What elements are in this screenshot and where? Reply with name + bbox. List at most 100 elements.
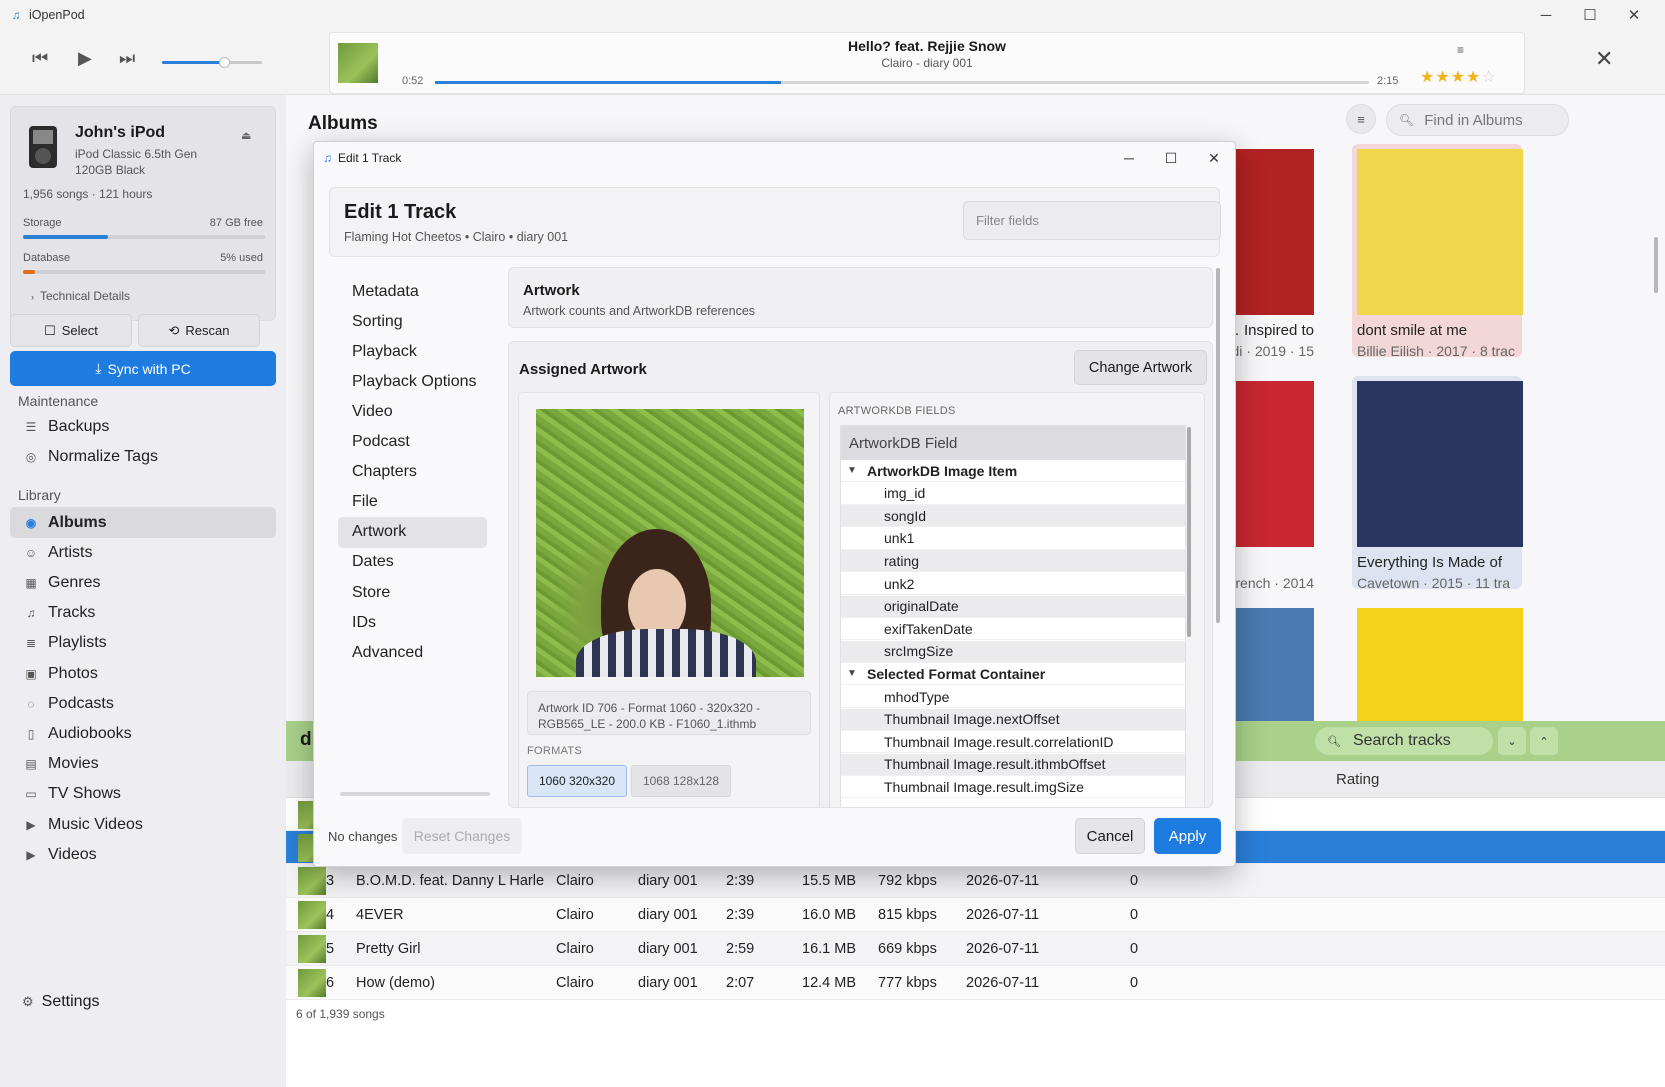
rescan-button[interactable]: ⟲ Rescan (138, 314, 260, 347)
sidebar-item-audiobooks[interactable]: ▯ Audiobooks (10, 718, 276, 749)
cell-album: diary 001 (638, 975, 698, 991)
album-card[interactable]: Everything Is Made of Cavetown · 2015 · 1… (1352, 376, 1523, 591)
sidebar-item-albums[interactable]: ◉ Albums (10, 507, 276, 538)
tree-field[interactable]: mhodType (841, 686, 1185, 708)
sidebar-item-podcasts[interactable]: ◌ Podcasts (10, 688, 276, 719)
eject-icon[interactable]: ⏏ (241, 129, 251, 142)
sidebar-item-normalize-tags[interactable]: ◎ Normalize Tags (10, 441, 276, 472)
dialog-nav-podcast[interactable]: Podcast (338, 427, 487, 458)
sidebar-item-movies[interactable]: ▤ Movies (10, 749, 276, 780)
tree-group[interactable]: ▼ ArtworkDB Image Item (841, 460, 1185, 482)
tree-field[interactable]: unk1 (841, 528, 1185, 550)
table-row[interactable]: 4 4EVER Clairo diary 001 2:39 16.0 MB 815 kbps… (286, 898, 1665, 932)
sidebar-item-photos[interactable]: ▣ Photos (10, 658, 276, 689)
chevron-up-icon[interactable]: ⌃ (1530, 727, 1558, 755)
tree-field[interactable]: Thumbnail Image.result.ithmbOffset (841, 753, 1185, 776)
tree-field[interactable]: songId (841, 505, 1185, 528)
star-rating[interactable]: ★★★★☆ (1420, 67, 1497, 87)
search-tracks-input[interactable]: 🔍︎ Search tracks (1315, 727, 1493, 755)
sync-button[interactable]: ⤓ Sync with PC (10, 351, 276, 386)
book-icon: ▯ (27, 726, 35, 741)
tree-label: exifTakenDate (884, 620, 973, 637)
format-button-1068[interactable]: 1068 128x128 (631, 765, 731, 797)
sidebar-item-videos[interactable]: ▶ Videos (10, 839, 276, 870)
dialog-nav-store[interactable]: Store (338, 577, 487, 608)
filter-fields-input[interactable]: Filter fields (963, 201, 1221, 240)
technical-details-toggle[interactable]: › Technical Details (31, 289, 130, 303)
select-button[interactable]: ☐ Select (10, 314, 132, 347)
tree-field[interactable]: Thumbnail Image.nextOffset (841, 708, 1185, 731)
maximize-icon[interactable]: ☐ (1149, 142, 1193, 174)
sidebar-item-tracks[interactable]: ♫ Tracks (10, 598, 276, 629)
play-icon[interactable]: ▶ (78, 48, 92, 69)
tree-field[interactable]: unk2 (841, 573, 1185, 595)
sidebar-item-artists[interactable]: ☺ Artists (10, 537, 276, 568)
sidebar-item-backups[interactable]: ☰ Backups (10, 411, 276, 442)
next-icon[interactable]: ⏭ (119, 48, 135, 69)
cancel-button[interactable]: Cancel (1075, 818, 1145, 854)
dialog-nav-playback[interactable]: Playback (338, 336, 487, 367)
column-rating[interactable]: Rating (1336, 771, 1379, 788)
tree-scrollbar[interactable] (1187, 427, 1191, 637)
filter-icon[interactable]: ≡ (1346, 104, 1376, 134)
dialog-scrollbar[interactable] (1216, 268, 1220, 623)
minimize-icon[interactable]: ─ (1524, 0, 1568, 30)
dialog-nav-playback-options[interactable]: Playback Options (338, 366, 487, 397)
dialog-nav-video[interactable]: Video (338, 396, 487, 427)
minimize-icon[interactable]: ─ (1107, 142, 1151, 174)
chevron-down-icon[interactable]: ▼ (847, 668, 867, 679)
dialog-nav-dates[interactable]: Dates (338, 547, 487, 578)
sidebar-item-genres[interactable]: ▦ Genres (10, 567, 276, 598)
album-card[interactable]: Trench · 2014 · (1224, 376, 1314, 591)
apply-button[interactable]: Apply (1154, 818, 1221, 854)
change-artwork-button[interactable]: Change Artwork (1074, 350, 1207, 385)
tree-field[interactable]: Thumbnail Image.result.correlationID (841, 731, 1185, 754)
previous-icon[interactable]: ⏮ (32, 48, 48, 69)
nav-scrollbar[interactable] (340, 792, 490, 796)
chevron-down-icon[interactable]: ▼ (847, 465, 867, 476)
tree-field[interactable]: srcImgSize (841, 640, 1185, 663)
tree-field[interactable]: rating (841, 550, 1185, 573)
queue-icon[interactable]: ≡ (1457, 43, 1464, 57)
album-cover[interactable] (1224, 608, 1314, 721)
tree-field[interactable]: exifTakenDate (841, 618, 1185, 641)
album-card[interactable]: dont smile at me Billie Eilish · 2017 · 8… (1352, 144, 1523, 359)
dialog-nav-artwork[interactable]: Artwork (338, 516, 487, 548)
close-icon[interactable]: ✕ (1192, 142, 1236, 174)
photo-icon: ▣ (25, 666, 37, 681)
table-row[interactable]: 5 Pretty Girl Clairo diary 001 2:59 16.1 MB 66… (286, 932, 1665, 966)
tree-field[interactable]: img_id (841, 483, 1185, 505)
maximize-icon[interactable]: ☐ (1568, 0, 1612, 30)
sidebar-item-music-videos[interactable]: ▶ Music Videos (10, 809, 276, 840)
dialog-nav-metadata[interactable]: Metadata (338, 276, 487, 307)
tree-field[interactable]: originalDate (841, 595, 1185, 618)
album-card[interactable]: Broken by Desire to be Heavenly Sent … I… (1224, 144, 1314, 359)
dialog-nav-file[interactable]: File (338, 487, 487, 518)
sidebar-item-label: Music Videos (48, 815, 143, 833)
dialog-nav-chapters[interactable]: Chapters (338, 457, 487, 488)
settings-button[interactable]: ⚙ Settings (22, 993, 99, 1011)
volume-slider[interactable] (162, 57, 262, 68)
filter-fields-placeholder: Filter fields (976, 213, 1039, 228)
dialog-nav-advanced[interactable]: Advanced (338, 637, 487, 668)
sidebar-item-tv-shows[interactable]: ▭ TV Shows (10, 779, 276, 810)
album-cover[interactable] (1357, 608, 1523, 721)
artwork-info-line-2: RGB565_LE - 200.0 KB - F1060_1.ithmb (538, 717, 757, 731)
close-player-icon[interactable]: ✕ (1595, 46, 1613, 72)
chevron-down-icon[interactable]: ⌄ (1498, 727, 1526, 755)
tree-field[interactable]: Thumbnail Image.result.imgSize (841, 776, 1185, 799)
reset-changes-button[interactable]: Reset Changes (402, 818, 522, 854)
close-icon[interactable]: ✕ (1612, 0, 1656, 30)
table-row[interactable]: 3 B.O.M.D. feat. Danny L Harle Clairo diary… (286, 864, 1665, 898)
app-titlebar: ♫ iOpenPod ─ ☐ ✕ (0, 0, 1665, 30)
artwork-preview-panel: Artwork ID 706 - Format 1060 - 320x320 -… (518, 392, 820, 807)
scrollbar[interactable] (1654, 237, 1658, 293)
dialog-nav-ids[interactable]: IDs (338, 607, 487, 638)
progress-bar[interactable] (435, 81, 1369, 84)
format-button-1060[interactable]: 1060 320x320 (527, 765, 627, 797)
dialog-nav-sorting[interactable]: Sorting (338, 306, 487, 337)
table-row[interactable]: 6 How (demo) Clairo diary 001 2:07 12.4 MB 777… (286, 966, 1665, 1000)
tree-group[interactable]: ▼ Selected Format Container (841, 663, 1185, 686)
find-albums-input[interactable]: 🔍︎ Find in Albums (1386, 104, 1569, 136)
sidebar-item-playlists[interactable]: ≣ Playlists (10, 628, 276, 659)
